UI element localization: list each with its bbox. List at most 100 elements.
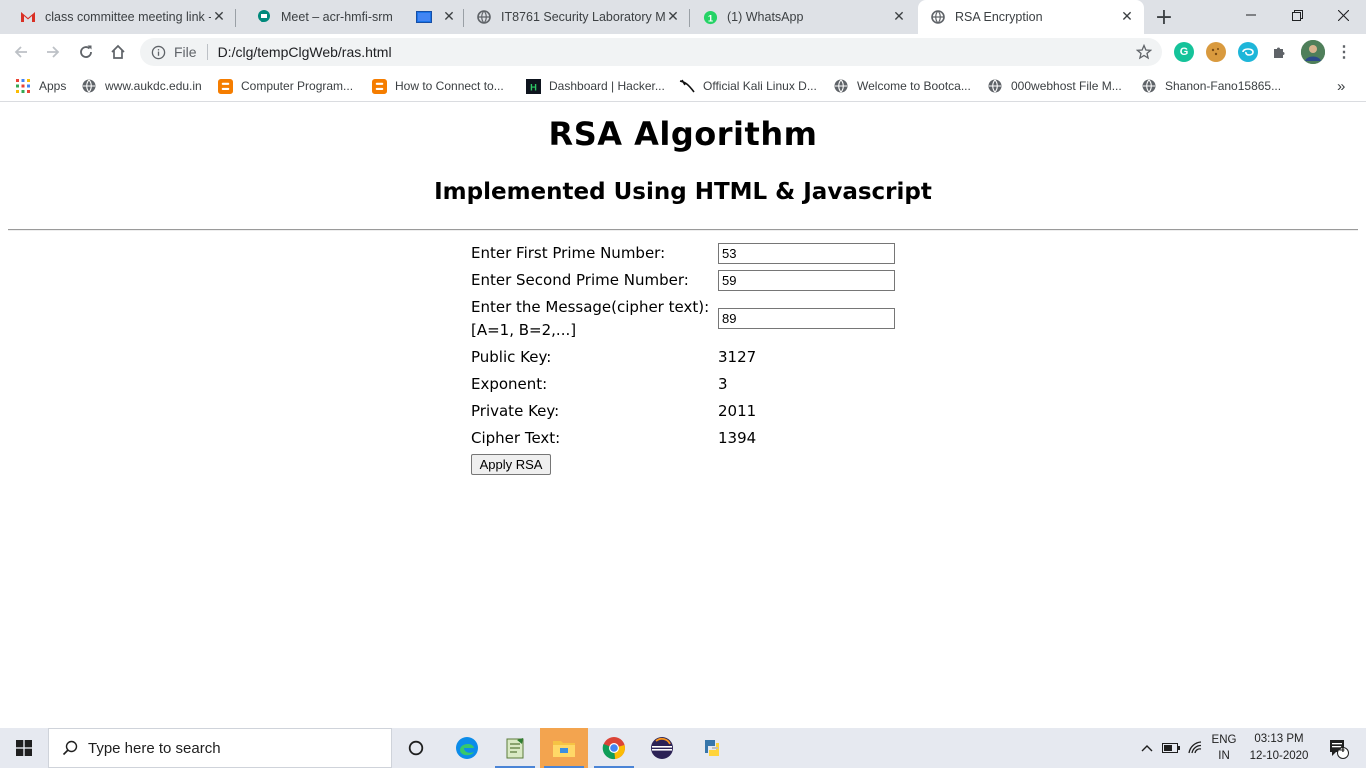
exponent-label: Exponent: xyxy=(471,375,548,393)
battery-icon[interactable] xyxy=(1160,728,1182,768)
tab-title: class committee meeting link - xyxy=(45,10,211,24)
address-divider xyxy=(206,44,208,60)
reload-icon[interactable] xyxy=(73,39,99,65)
python-icon[interactable] xyxy=(688,728,736,768)
cipher-text-label: Cipher Text: xyxy=(471,429,561,447)
bookmark-apps[interactable]: Apps xyxy=(15,76,66,96)
svg-text:H: H xyxy=(530,82,537,92)
message-label-hint: [A=1, B=2,...] xyxy=(471,321,577,339)
whatsapp-icon: 1 xyxy=(702,9,718,25)
search-placeholder: Type here to search xyxy=(88,739,221,757)
back-arrow-icon[interactable] xyxy=(8,39,34,65)
close-tab-icon[interactable]: ✕ xyxy=(891,9,907,25)
address-bar[interactable]: File D:/clg/tempClgWeb/ras.html xyxy=(140,38,1162,66)
bookmark-computer-program[interactable]: Computer Program... xyxy=(217,76,353,96)
cookie-icon[interactable] xyxy=(1206,42,1226,62)
eclipse-icon[interactable] xyxy=(638,728,686,768)
edge-icon[interactable] xyxy=(443,728,491,768)
close-window-icon[interactable] xyxy=(1320,0,1366,30)
extensions-puzzle-icon[interactable] xyxy=(1270,42,1290,62)
chrome-icon[interactable] xyxy=(590,728,638,768)
cortana-circle-icon[interactable] xyxy=(392,728,440,768)
clock-date: 12-10-2020 xyxy=(1249,750,1309,762)
clock[interactable]: 03:13 PM 12-10-2020 xyxy=(1244,728,1314,768)
close-tab-icon[interactable]: ✕ xyxy=(665,9,681,25)
forward-arrow-icon[interactable] xyxy=(40,39,66,65)
wifi-icon[interactable] xyxy=(1185,728,1207,768)
restore-icon[interactable] xyxy=(1274,0,1320,30)
search-icon xyxy=(61,739,79,757)
tab-meet[interactable]: Meet – acr-hmfi-srm xyxy=(236,0,408,34)
notepad-app-icon[interactable] xyxy=(491,728,539,768)
tab-gmail[interactable]: class committee meeting link - ✕ xyxy=(0,0,236,34)
close-tab-icon[interactable]: ✕ xyxy=(441,9,457,25)
extension-swirl-icon[interactable] xyxy=(1238,42,1258,62)
clock-time: 03:13 PM xyxy=(1254,733,1304,745)
tab-rsa-encryption[interactable]: RSA Encryption ✕ xyxy=(918,0,1144,34)
tab-whatsapp[interactable]: 1 (1) WhatsApp ✕ xyxy=(690,0,916,34)
region-code: IN xyxy=(1218,750,1230,762)
tab-title: (1) WhatsApp xyxy=(727,10,804,24)
horizontal-rule xyxy=(8,229,1358,231)
public-key-value: 3127 xyxy=(718,348,757,366)
cipher-text-value: 1394 xyxy=(718,429,757,447)
windows-start-icon[interactable] xyxy=(0,728,48,768)
apply-rsa-button[interactable]: Apply RSA xyxy=(471,454,551,475)
tab-security-lab[interactable]: IT8761 Security Laboratory Ma ✕ xyxy=(464,0,690,34)
browser-menu-icon[interactable]: ⋮ xyxy=(1334,42,1354,62)
close-tab-icon[interactable]: ✕ xyxy=(1119,9,1135,25)
bookmark-label: Official Kali Linux D... xyxy=(703,79,817,93)
url-text[interactable]: D:/clg/tempClgWeb/ras.html xyxy=(218,44,392,60)
bookmark-kali[interactable]: Official Kali Linux D... xyxy=(679,76,817,96)
new-tab-icon[interactable]: + xyxy=(1152,5,1176,30)
bookmark-bootcamp[interactable]: Welcome to Bootca... xyxy=(833,76,971,96)
info-icon[interactable] xyxy=(150,44,166,60)
blogger-icon xyxy=(217,78,233,94)
bookmark-aukdc[interactable]: www.aukdc.edu.in xyxy=(81,76,202,96)
bookmark-label: How to Connect to... xyxy=(395,79,504,93)
bookmark-shanon-fano[interactable]: Shanon-Fano15865... xyxy=(1141,76,1281,96)
close-tab-icon[interactable]: ✕ xyxy=(211,9,227,25)
private-key-value: 2011 xyxy=(718,402,757,420)
screen-share-icon xyxy=(416,9,432,25)
bookmark-how-to-connect[interactable]: How to Connect to... xyxy=(371,76,504,96)
message-input[interactable] xyxy=(718,308,895,329)
blogger-icon xyxy=(371,78,387,94)
public-key-label: Public Key: xyxy=(471,348,552,366)
taskbar-search-box[interactable]: Type here to search xyxy=(48,728,392,768)
message-label: Enter the Message(cipher text): xyxy=(471,298,710,316)
bookmark-000webhost[interactable]: 000webhost File M... xyxy=(987,76,1122,96)
home-icon[interactable] xyxy=(105,39,131,65)
grammarly-icon[interactable]: G xyxy=(1174,42,1194,62)
second-prime-input[interactable] xyxy=(718,270,895,291)
first-prime-input[interactable] xyxy=(718,243,895,264)
url-scheme-label: File xyxy=(174,44,197,60)
bookmark-hackerrank[interactable]: H Dashboard | Hacker... xyxy=(525,76,665,96)
kali-icon xyxy=(679,78,695,94)
bookmark-label: Apps xyxy=(39,79,67,93)
browser-tab-strip: class committee meeting link - ✕ Meet – … xyxy=(0,0,1366,34)
show-hidden-icons-chevron-icon[interactable] xyxy=(1138,728,1156,768)
tab-screen-share[interactable]: ✕ xyxy=(408,0,464,34)
page-title: RSA Algorithm xyxy=(548,115,818,153)
bookmark-label: 000webhost File M... xyxy=(1011,79,1122,93)
minimize-icon[interactable] xyxy=(1228,0,1274,30)
profile-avatar[interactable] xyxy=(1301,40,1325,64)
notification-center-icon[interactable]: 4 xyxy=(1318,728,1358,768)
bookmark-label: Welcome to Bootca... xyxy=(857,79,971,93)
meet-icon xyxy=(256,9,272,25)
language-indicator[interactable]: ENG IN xyxy=(1208,728,1240,768)
file-explorer-icon[interactable] xyxy=(540,728,588,768)
bookmark-label: Computer Program... xyxy=(241,79,354,93)
browser-toolbar: File D:/clg/tempClgWeb/ras.html G ⋮ xyxy=(0,34,1366,70)
tab-title: RSA Encryption xyxy=(955,10,1043,24)
bookmark-star-icon[interactable] xyxy=(1135,43,1153,63)
bookmark-label: Shanon-Fano15865... xyxy=(1165,79,1282,93)
bookmark-label: Dashboard | Hacker... xyxy=(549,79,665,93)
globe-icon xyxy=(476,9,492,25)
first-prime-label: Enter First Prime Number: xyxy=(471,244,666,262)
language-code: ENG xyxy=(1211,734,1237,746)
globe-icon xyxy=(987,78,1003,94)
tab-title: Meet – acr-hmfi-srm xyxy=(281,10,393,24)
bookmarks-overflow-chevron-icon[interactable]: » xyxy=(1337,76,1345,96)
